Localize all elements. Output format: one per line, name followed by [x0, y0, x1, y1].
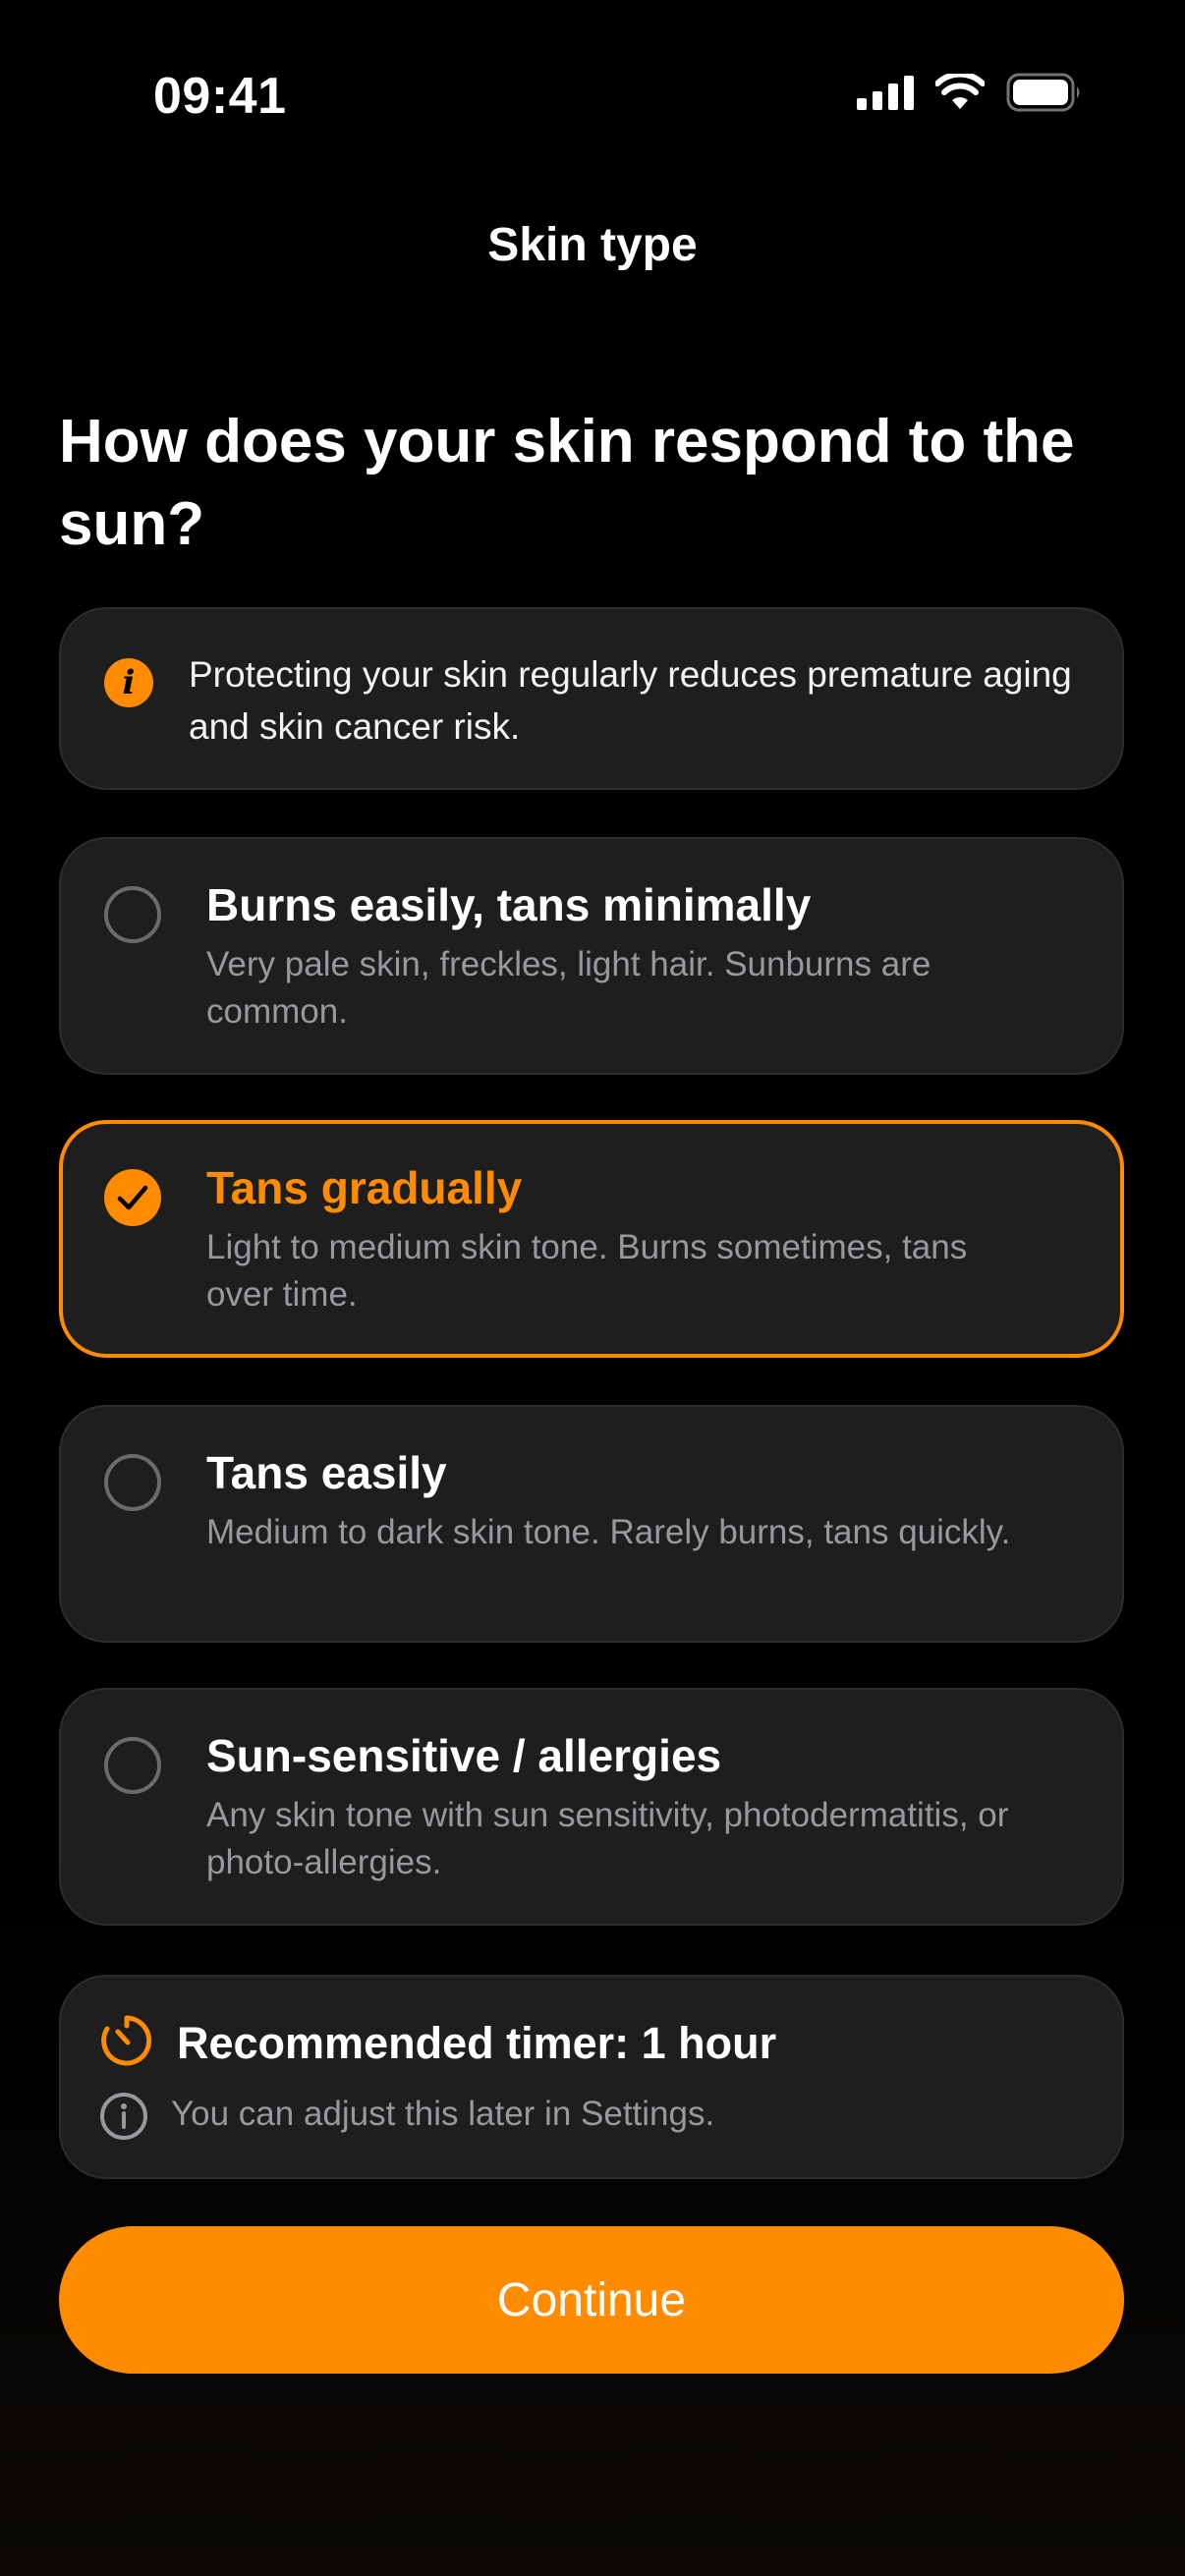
status-icons [857, 73, 1083, 112]
option-description: Very pale skin, freckles, light hair. Su… [206, 945, 931, 1031]
info-icon: i [104, 658, 153, 707]
timer-note: You can adjust this later in Settings. [171, 2095, 715, 2133]
option-description: Any skin tone with sun sensitivity, phot… [206, 1796, 1009, 1881]
radio-checked-icon[interactable] [104, 1169, 161, 1226]
option-burns-easily[interactable]: Burns easily, tans minimally Very pale s… [59, 837, 1124, 1075]
info-card: i Protecting your skin regularly reduces… [59, 607, 1124, 790]
option-title: Burns easily, tans minimally [206, 879, 812, 930]
option-sun-sensitive[interactable]: Sun-sensitive / allergies Any skin tone … [59, 1688, 1124, 1926]
battery-icon [1006, 73, 1080, 112]
timer-title: Recommended timer: 1 hour [177, 2018, 777, 2068]
continue-button[interactable]: Continue [59, 2226, 1124, 2374]
status-bar: 09:41 [0, 0, 1185, 177]
page-question: How does your skin respond to the sun? [59, 408, 1075, 558]
radio-unchecked-icon[interactable] [104, 1737, 161, 1794]
option-title: Sun-sensitive / allergies [206, 1730, 722, 1781]
status-time: 09:41 [153, 68, 287, 125]
radio-unchecked-icon[interactable] [104, 886, 161, 943]
option-tans-easily[interactable]: Tans easily Medium to dark skin tone. Ra… [59, 1405, 1124, 1643]
option-description: Light to medium skin tone. Burns sometim… [206, 1228, 968, 1314]
timer-icon [101, 2015, 152, 2066]
option-description: Medium to dark skin tone. Rarely burns, … [206, 1513, 1011, 1551]
timer-card: Recommended timer: 1 hour You can adjust… [59, 1975, 1124, 2179]
nav-title: Skin type [487, 219, 698, 271]
option-tans-gradually[interactable]: Tans gradually Light to medium skin tone… [59, 1120, 1124, 1358]
wifi-icon [935, 74, 985, 109]
cellular-signal-icon [857, 75, 914, 110]
radio-unchecked-icon[interactable] [104, 1454, 161, 1511]
option-title: Tans easily [206, 1447, 447, 1498]
info-text: Protecting your skin regularly reduces p… [189, 654, 1072, 747]
option-title: Tans gradually [206, 1162, 523, 1213]
info-outline-icon [100, 2093, 147, 2140]
